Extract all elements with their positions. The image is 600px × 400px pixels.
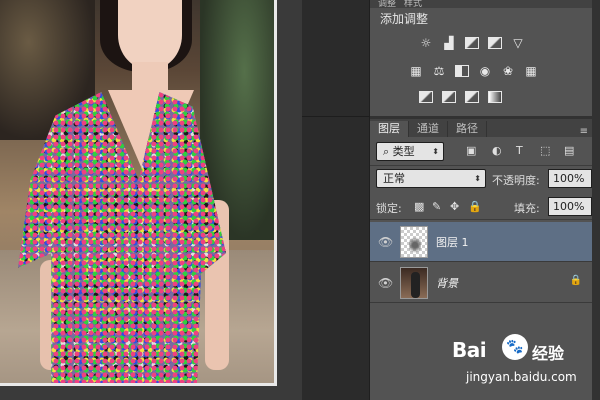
tab-channels[interactable]: 通道 [409,121,448,137]
color-lookup-icon[interactable]: ▦ [523,64,539,78]
lock-all-icon[interactable]: 🔒 [468,200,482,213]
vibrance-icon[interactable]: ▽ [510,36,526,50]
lock-paint-icon[interactable]: ✎ [432,200,441,213]
posterize-icon[interactable] [441,90,457,104]
filter-smart-object-icon[interactable]: ▤ [564,144,574,157]
eye-icon[interactable]: 👁 [378,276,393,290]
layer-name[interactable]: 背景 [436,275,458,291]
divider [370,165,592,166]
opacity-field[interactable]: 100% [548,169,592,188]
tab-adjustments[interactable]: 调整 [378,0,396,9]
watermark-url: jingyan.baidu.com [466,370,577,384]
black-white-icon[interactable] [454,64,470,78]
layer-name[interactable]: 图层 1 [436,234,469,250]
collapsed-panel-strip [302,0,370,400]
lock-position-icon[interactable]: ✥ [450,200,459,213]
adjustment-icons-row-2: ▦ ⚖ ◉ ❀ ▦ [408,64,539,78]
document-border-bottom [0,383,277,386]
document-image[interactable] [0,0,274,385]
strip-divider [302,116,370,117]
photoshop-window: 调整 样式 添加调整 ☼ ▟ ▽ ▦ ⚖ ◉ ❀ ▦ 图层 通道 路径 ≡ ⌕ … [0,0,600,400]
filter-adjustment-icon[interactable]: ◐ [492,144,502,157]
opacity-label: 不透明度: [492,174,540,187]
chevron-updown-icon: ⬍ [474,174,481,183]
exposure-icon[interactable] [487,36,503,50]
paw-icon: 🐾 [502,334,528,360]
adjustment-icons-row-3 [418,90,503,104]
gradient-map-icon[interactable] [487,90,503,104]
fill-label: 填充: [514,202,540,215]
channel-mixer-icon[interactable]: ❀ [500,64,516,78]
hue-saturation-icon[interactable]: ▦ [408,64,424,78]
filter-kind-value: 类型 [392,145,415,158]
levels-icon[interactable]: ▟ [441,36,457,50]
layer-row[interactable]: 👁 图层 1 [370,222,592,262]
lock-transparent-icon[interactable]: ▩ [414,200,424,213]
tab-styles[interactable]: 样式 [404,0,422,9]
document-border-right [274,0,277,386]
curves-icon[interactable] [464,36,480,50]
adjustment-icons-row-1: ☼ ▟ ▽ [418,36,526,50]
lock-icon: 🔒 [569,275,582,286]
fill-value: 100% [553,200,585,213]
brightness-icon[interactable]: ☼ [418,36,434,50]
fill-field[interactable]: 100% [548,197,592,216]
adjustments-panel: 调整 样式 添加调整 ☼ ▟ ▽ ▦ ⚖ ◉ ❀ ▦ [370,0,592,116]
tab-layers[interactable]: 图层 [370,121,409,137]
filter-kind-select[interactable]: ⌕ 类型 ⬍ [376,142,444,161]
adjustments-title: 添加调整 [380,12,429,26]
layer-thumbnail [400,226,428,258]
photo-filter-icon[interactable]: ◉ [477,64,493,78]
panel-menu-icon[interactable]: ≡ [580,126,592,137]
threshold-icon[interactable] [464,90,480,104]
filter-pixel-icon[interactable]: ▣ [466,144,476,157]
photo-face [118,0,182,70]
layers-panel-tabs: 图层 通道 路径 ≡ [370,119,592,137]
canvas-area[interactable] [0,0,302,400]
baidu-jingyan-watermark: Bai 🐾 经验 jingyan.baidu.com [452,330,600,396]
divider [370,219,592,220]
blend-mode-value: 正常 [383,172,405,185]
filter-type-icon[interactable]: T [516,144,523,157]
filter-shape-icon[interactable]: ⬚ [540,144,550,157]
layer-thumbnail [400,267,428,299]
adjustments-tabs: 调整 样式 [370,0,592,9]
layer-row[interactable]: 👁 背景 🔒 [370,263,592,303]
search-icon: ⌕ [383,145,393,158]
watermark-brand-cn: 经验 [532,344,565,363]
invert-icon[interactable] [418,90,434,104]
chevron-updown-icon: ⬍ [432,147,439,156]
eye-icon[interactable]: 👁 [378,235,393,249]
tab-paths[interactable]: 路径 [448,121,487,137]
color-balance-icon[interactable]: ⚖ [431,64,447,78]
blend-mode-select[interactable]: 正常 ⬍ [376,169,486,188]
lock-label: 锁定: [376,202,402,215]
watermark-brand: Bai [452,338,487,362]
opacity-value: 100% [553,172,585,185]
